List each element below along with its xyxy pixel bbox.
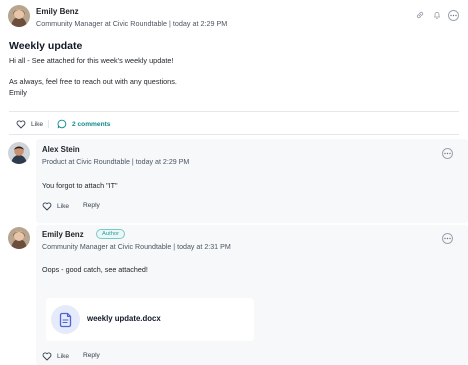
bell-icon[interactable] bbox=[432, 10, 442, 20]
comment-author-avatar[interactable] bbox=[8, 227, 30, 249]
post-body-line: Emily bbox=[9, 88, 27, 97]
comment-more-icon[interactable] bbox=[442, 148, 453, 159]
reply-label: Reply bbox=[83, 352, 100, 359]
post-author-name[interactable]: Emily Benz bbox=[36, 7, 79, 16]
like-label: Like bbox=[57, 353, 70, 360]
comment-reply-button[interactable]: Reply bbox=[83, 202, 100, 209]
attachment-name: weekly update.docx bbox=[87, 314, 161, 323]
heart-icon bbox=[42, 352, 52, 361]
like-label: Like bbox=[31, 121, 44, 128]
comment-author-name[interactable]: Emily Benz bbox=[42, 230, 84, 239]
author-badge: Author bbox=[96, 229, 126, 239]
comments-count-button[interactable]: 2 comments bbox=[57, 119, 110, 129]
comment-like-button[interactable]: Like bbox=[42, 202, 69, 211]
comment-text: Oops - good catch, see attached! bbox=[42, 265, 148, 274]
post-body-line: Hi all - See attached for this week's we… bbox=[9, 56, 174, 65]
more-icon[interactable] bbox=[448, 10, 459, 21]
post-like-button[interactable]: Like bbox=[16, 120, 43, 129]
post-title: Weekly update bbox=[9, 40, 83, 52]
comment-meta: Product at Civic Roundtable | today at 2… bbox=[42, 158, 190, 166]
like-label: Like bbox=[57, 203, 70, 210]
comment-more-icon[interactable] bbox=[442, 233, 453, 244]
comment-author-name[interactable]: Alex Stein bbox=[42, 145, 80, 154]
action-separator bbox=[48, 120, 49, 128]
heart-icon bbox=[16, 120, 26, 129]
heart-icon bbox=[42, 202, 52, 211]
comment-reply-button[interactable]: Reply bbox=[83, 352, 100, 359]
link-icon[interactable] bbox=[415, 10, 425, 20]
comments-count-label: 2 comments bbox=[72, 120, 111, 128]
document-icon bbox=[51, 305, 80, 334]
post-divider bbox=[9, 111, 459, 112]
actions-divider bbox=[9, 134, 459, 135]
attachment-card[interactable]: weekly update.docx bbox=[46, 298, 254, 341]
reply-label: Reply bbox=[83, 202, 100, 209]
comment-bubble-icon bbox=[57, 119, 67, 129]
post-meta: Community Manager at Civic Roundtable | … bbox=[36, 19, 228, 28]
post-author-avatar[interactable] bbox=[8, 5, 30, 27]
post-body-line: As always, feel free to reach out with a… bbox=[9, 77, 177, 86]
comment-meta: Community Manager at Civic Roundtable | … bbox=[42, 243, 231, 251]
comment-like-button[interactable]: Like bbox=[42, 352, 69, 361]
comment-text: You forgot to attach "IT" bbox=[42, 181, 118, 190]
comment-author-avatar[interactable] bbox=[8, 142, 30, 164]
